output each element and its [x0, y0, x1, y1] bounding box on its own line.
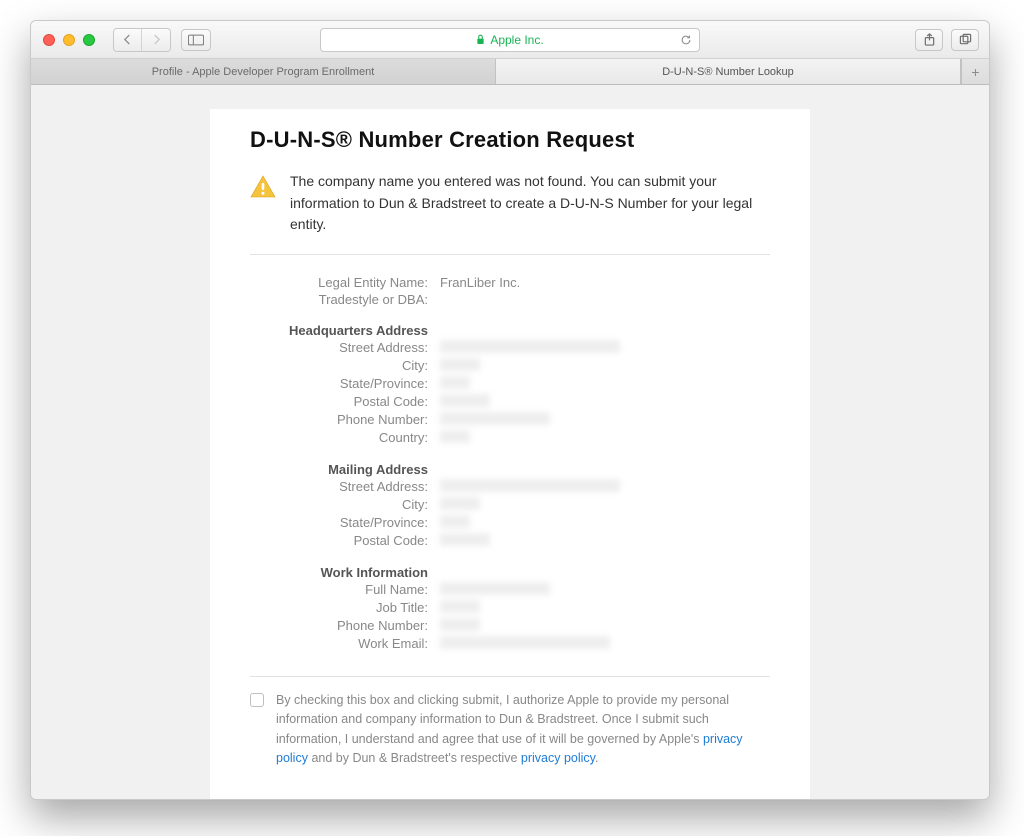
address-bar[interactable]: Apple Inc. [320, 28, 700, 52]
forward-button[interactable] [142, 29, 170, 51]
hq-state-value [440, 376, 770, 392]
consent-checkbox[interactable] [250, 693, 264, 707]
mailing-postal-label: Postal Code: [250, 533, 440, 549]
work-jobtitle-value [440, 600, 770, 616]
hq-street-value [440, 340, 770, 356]
mailing-city-value [440, 497, 770, 513]
nav-buttons [113, 28, 171, 52]
hq-country-label: Country: [250, 430, 440, 446]
share-button[interactable] [915, 29, 943, 51]
page-viewport: D-U-N-S® Number Creation Request The com… [31, 85, 989, 799]
page-title: D-U-N-S® Number Creation Request [250, 127, 770, 153]
tab-bar: Profile - Apple Developer Program Enroll… [31, 59, 989, 85]
browser-window: Apple Inc. Profile - Apple Developer Pro… [30, 20, 990, 800]
page-card: D-U-N-S® Number Creation Request The com… [210, 109, 810, 799]
tabs-button[interactable] [951, 29, 979, 51]
tradestyle-value [440, 292, 770, 307]
consent-text: By checking this box and clicking submit… [276, 691, 770, 769]
divider [250, 254, 770, 255]
minimize-window-button[interactable] [63, 34, 75, 46]
work-phone-label: Phone Number: [250, 618, 440, 634]
hq-phone-value [440, 412, 770, 428]
hq-postal-label: Postal Code: [250, 394, 440, 410]
hq-state-label: State/Province: [250, 376, 440, 392]
legal-entity-label: Legal Entity Name: [250, 275, 440, 290]
tab-1-title: D-U-N-S® Number Lookup [662, 66, 794, 78]
tab-1[interactable]: D-U-N-S® Number Lookup [496, 59, 961, 84]
legal-entity-value: FranLiber Inc. [440, 275, 770, 290]
reload-icon[interactable] [680, 34, 692, 46]
toolbar-right [915, 29, 979, 51]
dnb-privacy-link[interactable]: privacy policy [521, 751, 595, 765]
window-controls [43, 34, 95, 46]
consent-row: By checking this box and clicking submit… [250, 691, 770, 769]
mailing-city-label: City: [250, 497, 440, 513]
alert-row: The company name you entered was not fou… [250, 171, 770, 236]
mailing-postal-value [440, 533, 770, 549]
mailing-heading: Mailing Address [250, 462, 440, 477]
form-summary: Legal Entity Name:FranLiber Inc. Tradest… [250, 275, 770, 652]
hq-heading: Headquarters Address [250, 323, 440, 338]
work-jobtitle-label: Job Title: [250, 600, 440, 616]
work-email-label: Work Email: [250, 636, 440, 652]
close-window-button[interactable] [43, 34, 55, 46]
work-fullname-label: Full Name: [250, 582, 440, 598]
hq-city-label: City: [250, 358, 440, 374]
consent-pre: By checking this box and clicking submit… [276, 693, 729, 746]
consent-mid: and by Dun & Bradstreet's respective [308, 751, 521, 765]
work-fullname-value [440, 582, 770, 598]
mailing-state-value [440, 515, 770, 531]
titlebar: Apple Inc. [31, 21, 989, 59]
work-heading: Work Information [250, 565, 440, 580]
mailing-street-label: Street Address: [250, 479, 440, 495]
address-bar-host: Apple Inc. [490, 33, 543, 47]
hq-city-value [440, 358, 770, 374]
sidebar-toggle-button[interactable] [181, 29, 211, 51]
back-button[interactable] [114, 29, 142, 51]
tab-0-title: Profile - Apple Developer Program Enroll… [152, 66, 375, 78]
hq-street-label: Street Address: [250, 340, 440, 356]
work-email-value [440, 636, 770, 652]
hq-phone-label: Phone Number: [250, 412, 440, 428]
hq-postal-value [440, 394, 770, 410]
divider [250, 676, 770, 677]
alert-message: The company name you entered was not fou… [290, 171, 770, 236]
consent-post: . [595, 751, 598, 765]
mailing-street-value [440, 479, 770, 495]
tradestyle-label: Tradestyle or DBA: [250, 292, 440, 307]
new-tab-button[interactable]: + [961, 59, 989, 84]
hq-country-value [440, 430, 770, 446]
mailing-state-label: State/Province: [250, 515, 440, 531]
tab-0[interactable]: Profile - Apple Developer Program Enroll… [31, 59, 496, 84]
lock-icon [476, 34, 485, 45]
warning-icon [250, 175, 276, 199]
work-phone-value [440, 618, 770, 634]
zoom-window-button[interactable] [83, 34, 95, 46]
